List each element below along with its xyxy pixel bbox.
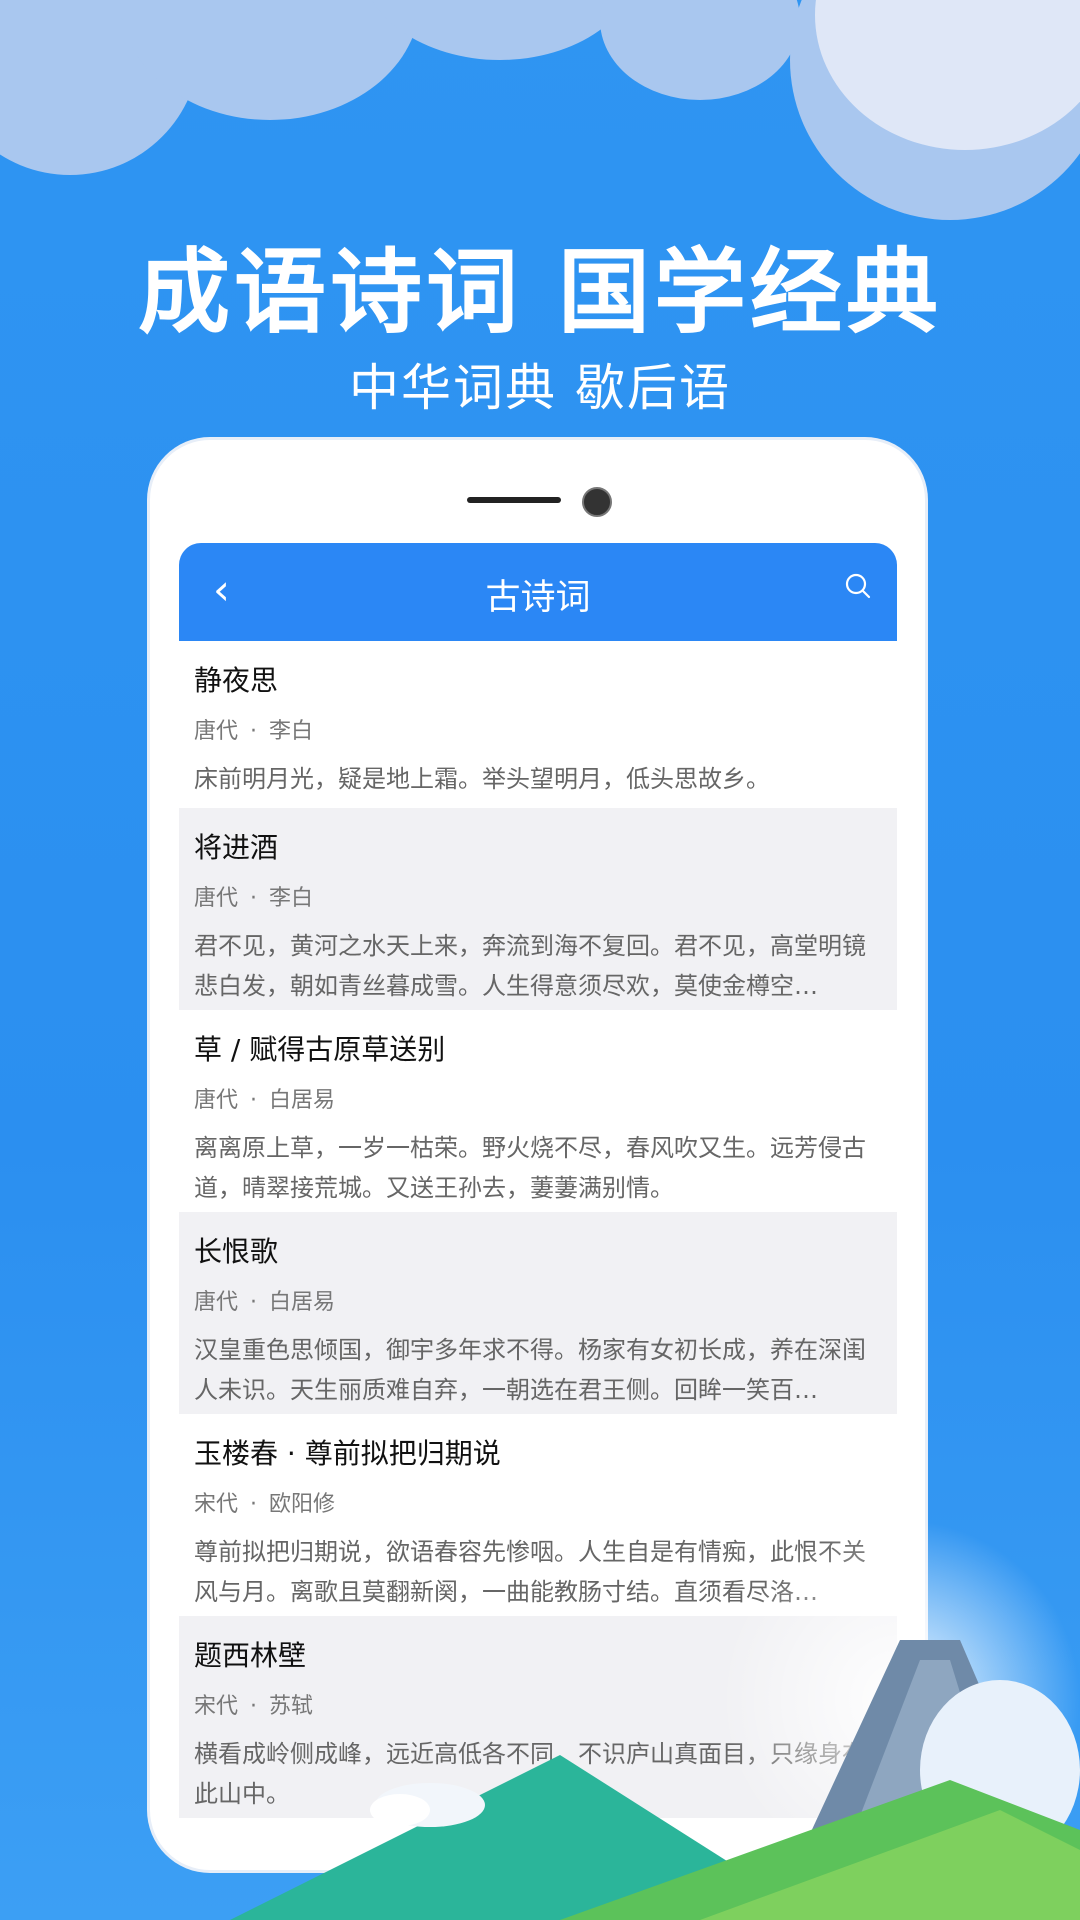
poem-dynasty: 唐代: [194, 1290, 239, 1315]
poem-meta: 唐代 · 李白: [194, 713, 882, 759]
poem-excerpt: 君不见，黄河之水天上来，奔流到海不复回。君不见，高堂明镜悲白发，朝如青丝暮成雪。…: [194, 932, 866, 1000]
poem-dynasty: 宋代: [194, 1492, 239, 1517]
cloud-decoration: [600, 0, 800, 100]
poem-dynasty: 宋代: [194, 1694, 239, 1719]
poem-meta: 宋代 · 苏轼: [194, 1688, 882, 1734]
poem-meta: 唐代 · 白居易: [194, 1284, 882, 1330]
separator: ·: [250, 1694, 258, 1719]
poem-title: 玉楼春 · 尊前拟把归期说: [194, 1437, 501, 1470]
separator: ·: [250, 1088, 258, 1113]
poem-author: 李白: [269, 719, 314, 744]
poem-list-item[interactable]: 长恨歌唐代 · 白居易汉皇重色思倾国，御宇多年求不得。杨家有女初长成，养在深闺人未识…: [179, 1212, 897, 1414]
poem-meta: 唐代 · 白居易: [194, 1082, 882, 1128]
app-bar: ‹ 古诗词: [179, 543, 897, 641]
poem-author: 欧阳修: [269, 1492, 336, 1517]
poem-list-item[interactable]: 静夜思 唐代 · 李白 床前明月光，疑是地上霜。举头望明月，低头思故乡。: [179, 641, 897, 808]
separator: ·: [250, 1492, 258, 1517]
poem-title: 将进酒: [194, 831, 279, 864]
poem-excerpt: 离离原上草，一岁一枯荣。野火烧不尽，春风吹又生。远芳侵古道，晴翠接荒城。又送王孙…: [194, 1134, 866, 1202]
poem-excerpt: 尊前拟把归期说，欲语春容先惨咽。人生自是有情痴，此恨不关风与月。离歌且莫翻新阕，…: [194, 1538, 866, 1606]
poem-author: 白居易: [269, 1088, 336, 1113]
poem-excerpt: 汉皇重色思倾国，御宇多年求不得。杨家有女初长成，养在深闺人未识。天生丽质难自弃，…: [194, 1336, 866, 1404]
poem-title: 静夜思: [194, 664, 279, 697]
separator: ·: [250, 719, 258, 744]
phone-camera: [582, 487, 612, 517]
poem-title: 草 / 赋得古原草送别: [194, 1033, 446, 1066]
poem-meta: 唐代 · 李白: [194, 880, 882, 926]
poem-title: 长恨歌: [194, 1235, 279, 1268]
poem-list-item[interactable]: 玉楼春 · 尊前拟把归期说宋代 · 欧阳修尊前拟把归期说，欲语春容先惨咽。人生自是有…: [179, 1414, 897, 1616]
promo-subline: 中华词典 歇后语: [349, 359, 731, 417]
poem-dynasty: 唐代: [194, 886, 239, 911]
poem-list-item[interactable]: 题西林壁宋代 · 苏轼横看成岭侧成峰，远近高低各不同。不识庐山真面目，只缘身在此山中…: [179, 1616, 897, 1818]
poem-excerpt: 横看成岭侧成峰，远近高低各不同。不识庐山真面目，只缘身在此山中。: [194, 1740, 866, 1808]
promo-headline: 成语诗词 国学经典: [137, 239, 943, 346]
separator: ·: [250, 886, 258, 911]
phone-frame: ‹ 古诗词 静夜思 唐代 · 李白 床前明月光，疑是地上霜。举头望明月，低头思故乡。 将进…: [150, 440, 925, 1870]
poem-author: 苏轼: [269, 1694, 314, 1719]
poem-author: 李白: [269, 886, 314, 911]
poem-author: 白居易: [269, 1290, 336, 1315]
phone-speaker: [467, 497, 561, 503]
search-icon[interactable]: [845, 573, 871, 599]
separator: ·: [250, 1290, 258, 1315]
poem-title: 题西林壁: [194, 1639, 307, 1672]
page-title: 古诗词: [485, 578, 591, 618]
poem-list-item[interactable]: 草 / 赋得古原草送别唐代 · 白居易离离原上草，一岁一枯荣。野火烧不尽，春风吹又生…: [179, 1010, 897, 1212]
poem-list: 静夜思 唐代 · 李白 床前明月光，疑是地上霜。举头望明月，低头思故乡。 将进酒 唐代 · 李白…: [179, 641, 897, 1818]
poem-list-item[interactable]: 将进酒唐代 · 李白君不见，黄河之水天上来，奔流到海不复回。君不见，高堂明镜悲白发，…: [179, 808, 897, 1010]
poem-meta: 宋代 · 欧阳修: [194, 1486, 882, 1532]
poem-dynasty: 唐代: [194, 719, 239, 744]
poem-dynasty: 唐代: [194, 1088, 239, 1113]
